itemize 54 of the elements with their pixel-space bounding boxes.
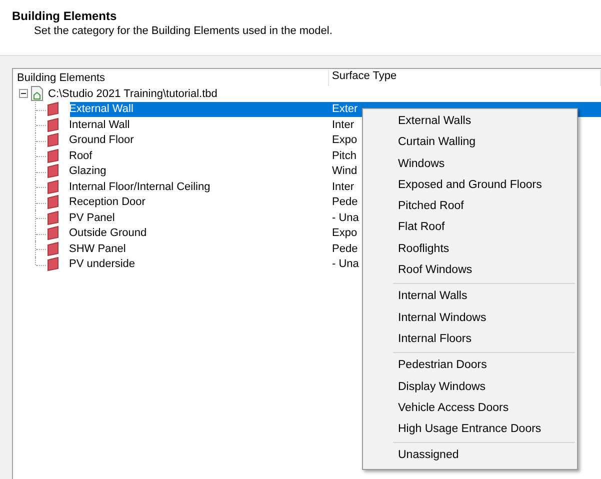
wall-icon [47,148,60,163]
menu-item[interactable]: Windows [363,154,577,175]
wall-icon [47,164,60,178]
surface-type: - Una [332,258,359,270]
menu-item[interactable]: Curtain Walling [363,132,577,154]
element-name: Roof [68,148,94,163]
wall-icon [47,210,60,225]
column-header[interactable]: Surface Type [329,70,601,86]
element-name: Outside Ground [68,226,148,240]
menu-item[interactable]: Vehicle Access Doors [363,398,577,420]
element-name: SHW Panel [68,242,127,256]
wall-icon [47,226,60,240]
tree-item[interactable]: C:\Studio 2021 Training\tutorial.tbd [48,88,218,100]
surface-type: Pitch [332,150,356,162]
menu-item[interactable]: Rooflights [363,238,577,260]
surface-type: Expo [332,227,358,240]
wall-icon [47,257,60,272]
wall-icon [47,195,60,210]
menu-item[interactable]: Exposed and Ground Floors [363,174,577,196]
surface-type: Pede [332,242,358,255]
menu-item[interactable]: Unassigned [363,445,577,467]
element-name: External Wall [68,102,134,116]
wall-icon [47,180,60,194]
page-title: Building Elements [12,9,118,23]
menu-item[interactable]: Pitched Roof [363,196,577,218]
surface-type: Inter [332,180,354,193]
element-name: PV Panel [68,210,116,225]
surface-type: Pede [332,196,358,208]
element-name: Ground Floor [68,133,135,148]
surface-type: Wind [332,165,358,178]
element-name: Reception Door [68,195,146,210]
wall-icon [47,133,60,148]
surface-type: - Una [332,212,359,224]
menu-item[interactable]: Roof Windows [363,260,577,282]
surface-type: Exter [332,103,358,116]
menu-item[interactable]: Pedestrian Doors [363,355,577,377]
wall-icon [47,242,60,256]
element-name: Glazing [68,164,108,178]
wall-icon [47,118,60,132]
surface-type: Inter [332,118,354,131]
page-subtitle: Set the category for the Building Elements used in the model. [33,25,334,37]
element-name: Internal Floor/Internal Ceiling [68,180,212,194]
element-name: PV underside [68,257,136,272]
menu-item[interactable]: Internal Windows [363,308,577,329]
collapse-icon[interactable] [19,89,28,98]
menu-item[interactable]: Flat Roof [363,217,577,239]
menu-item[interactable]: Display Windows [363,376,577,398]
surface-type: Expo [332,134,358,146]
element-name: Internal Wall [68,118,131,132]
file-icon [31,86,43,102]
wall-icon [47,102,60,116]
menu-item[interactable]: Internal Floors [363,328,577,350]
menu-item[interactable]: High Usage Entrance Doors [363,419,577,440]
menu-item[interactable]: Internal Walls [363,286,577,308]
